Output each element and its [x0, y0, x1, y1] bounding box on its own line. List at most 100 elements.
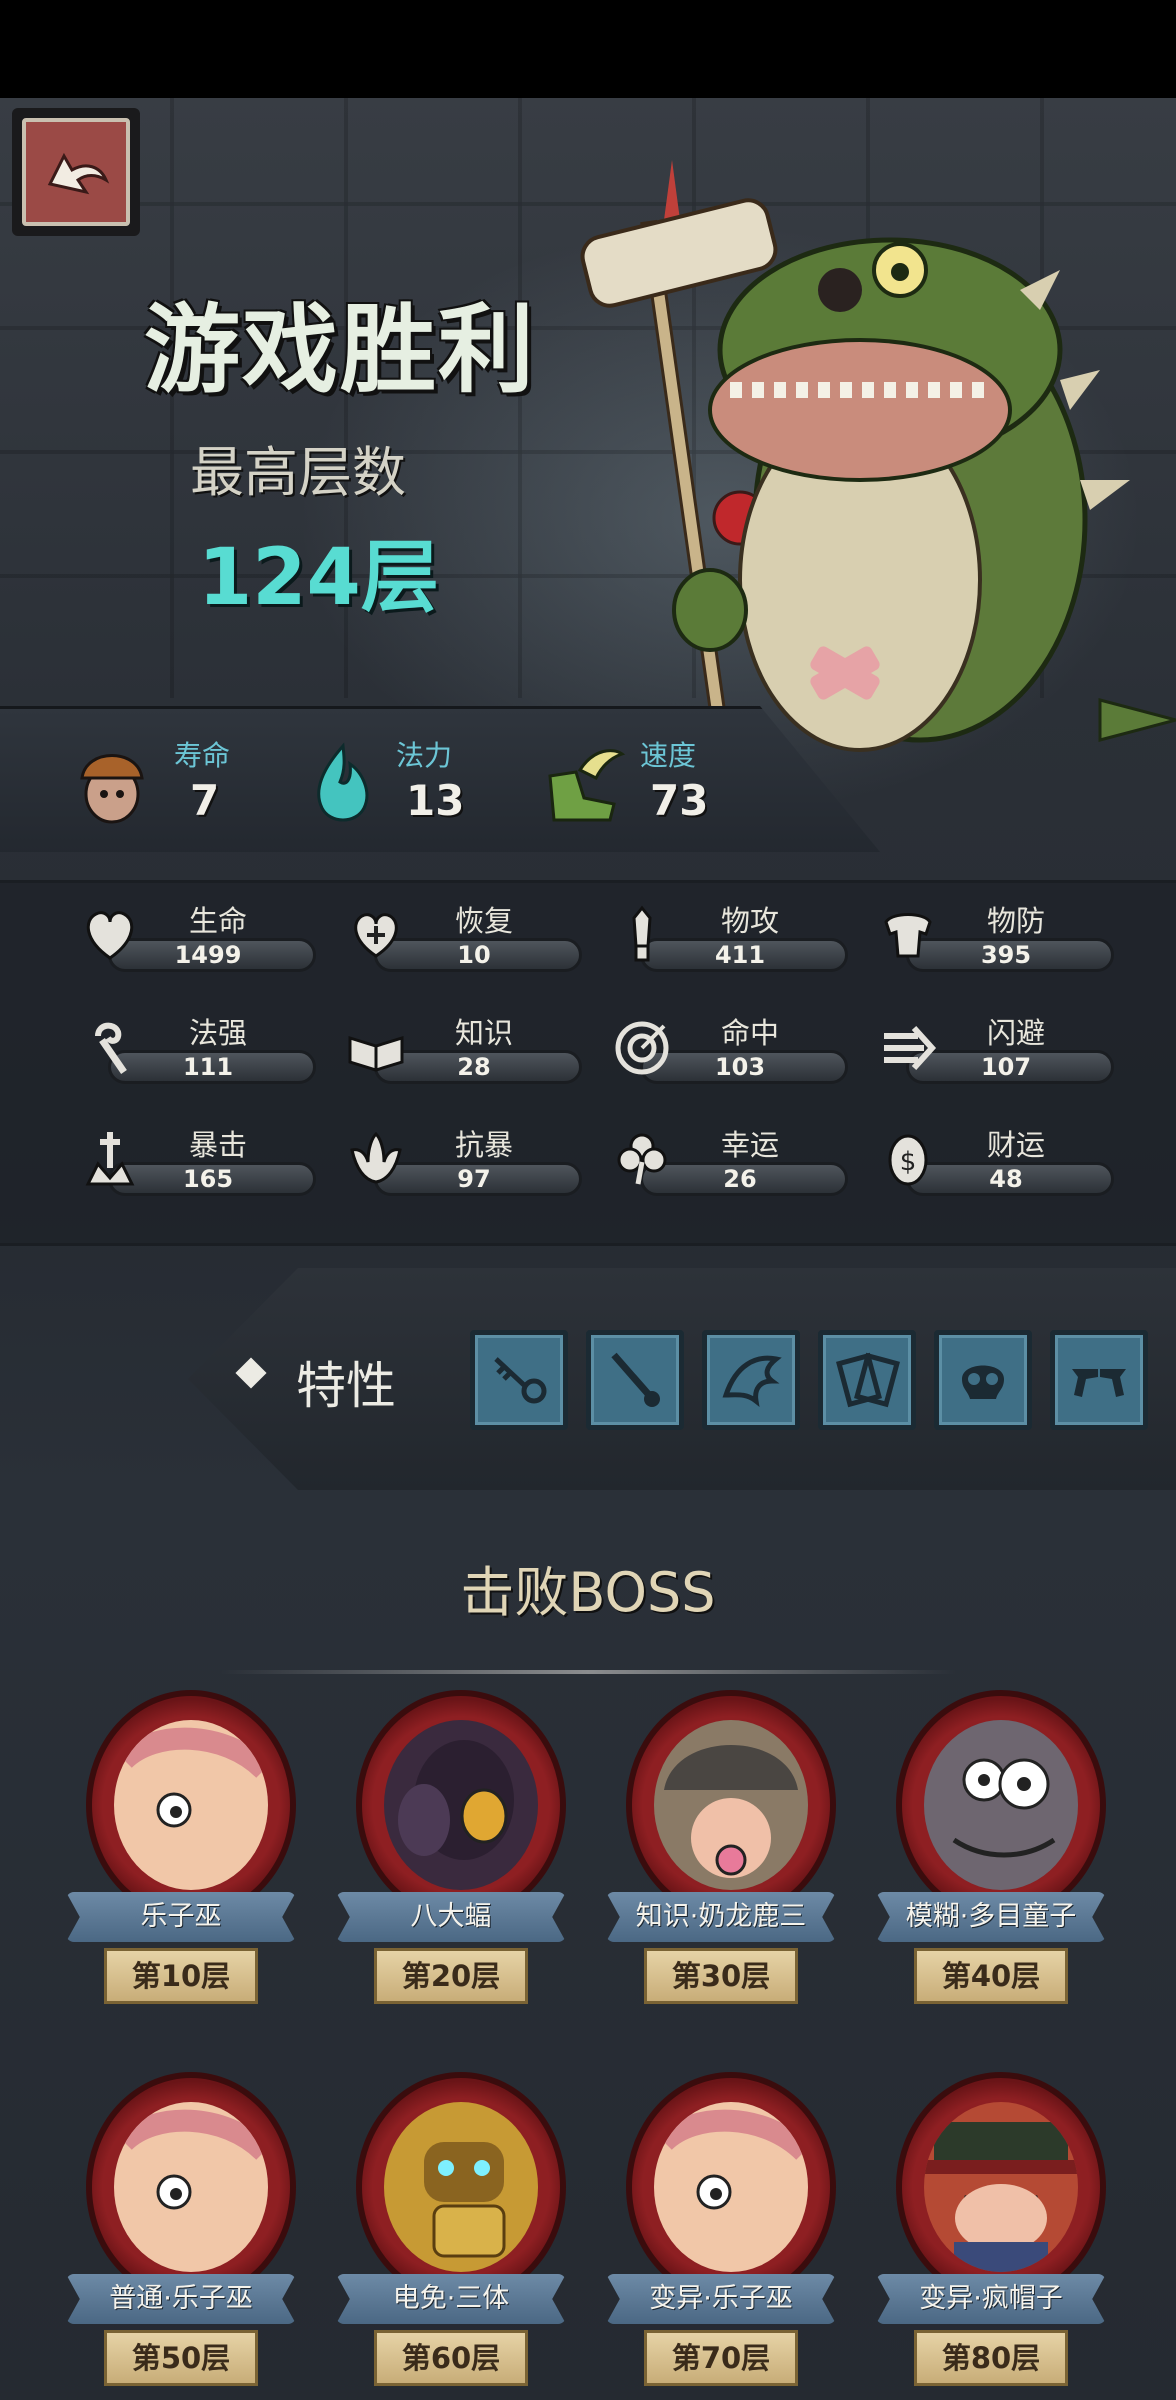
attr-magic-power-value: 111 [182, 1053, 234, 1081]
boss-name: 变异·疯帽子 [919, 2283, 1063, 2314]
boss-name: 八大蝠 [410, 1901, 492, 1932]
dragon-trait-icon [722, 1355, 782, 1408]
attr-wealth-value: 48 [989, 1165, 1023, 1193]
attr-recovery-value: 10 [457, 941, 491, 969]
boss-floor: 第10层 [131, 1959, 231, 1993]
boss-floor: 第70层 [671, 2341, 771, 2375]
attr-critical-value: 165 [182, 1165, 234, 1193]
attr-recovery-label: 恢复 [454, 904, 513, 938]
attr-knowledge-label: 知识 [454, 1016, 513, 1050]
stat-mana: 法力 13 [310, 732, 510, 832]
attr-hp-value: 1499 [174, 941, 242, 969]
stat-speed: 速度 73 [540, 732, 740, 832]
boss-name: 电免·三体 [392, 2283, 510, 2314]
attr-hp: 生命 1499 [78, 898, 318, 982]
cards-trait-icon [836, 1352, 900, 1408]
boss-portrait [384, 2102, 538, 2272]
boss-floor: 第60层 [401, 2341, 501, 2375]
boss-portrait [114, 2102, 268, 2272]
boss-name: 变异·乐子巫 [649, 2283, 793, 2314]
attr-knowledge: 知识 28 [344, 1010, 584, 1094]
winged-boot-icon [548, 749, 626, 822]
attr-dodge: 闪避 107 [876, 1010, 1116, 1094]
stat-lifespan-value: 7 [190, 776, 220, 825]
boss-portrait [924, 1720, 1078, 1890]
attr-accuracy-value: 103 [714, 1053, 766, 1081]
attr-luck: 幸运 26 [610, 1122, 850, 1206]
boss-floor: 第20层 [401, 1959, 501, 1993]
stat-speed-value: 73 [650, 776, 709, 825]
skull-trait-icon [962, 1365, 1004, 1399]
stat-mana-value: 13 [406, 776, 465, 825]
attr-knowledge-value: 28 [457, 1053, 491, 1081]
victory-screen: 游戏胜利 最高层数 124层 寿命 7 法力 13 速度 73 生命 1499 … [0, 0, 1176, 2400]
stat-speed-label: 速度 [640, 739, 697, 772]
crocodile-boss-illustration [580, 160, 1176, 752]
attr-wealth-label: 财运 [986, 1128, 1045, 1162]
pistols-trait-icon [1072, 1369, 1126, 1397]
mushroom-kid-icon [80, 754, 144, 824]
attr-crit-resist-label: 抗暴 [454, 1128, 513, 1162]
stat-lifespan-label: 寿命 [174, 739, 231, 772]
boss-portrait [654, 2102, 808, 2272]
attr-accuracy: 命中 103 [610, 1010, 850, 1094]
boss-card[interactable]: 知识·奶龙鹿三 第30层 [596, 1690, 846, 2020]
boss-portrait [384, 1720, 538, 1890]
attr-magic-power: 法强 111 [78, 1010, 318, 1094]
attr-physical-defense-value: 395 [980, 941, 1032, 969]
boss-card[interactable]: 八大蝠 第20层 [326, 1690, 576, 2020]
status-bar [0, 0, 1176, 98]
attr-luck-value: 26 [723, 1165, 757, 1193]
attr-dodge-value: 107 [980, 1053, 1032, 1081]
stat-lifespan: 寿命 7 [76, 732, 276, 832]
attr-luck-label: 幸运 [720, 1128, 779, 1162]
attr-physical-defense-label: 物防 [986, 904, 1045, 938]
stat-mana-label: 法力 [396, 739, 453, 772]
trait-cards-slot[interactable] [818, 1330, 916, 1430]
trait-pistols-slot[interactable] [1050, 1330, 1148, 1430]
boss-card[interactable]: 变异·乐子巫 第70层 [596, 2072, 846, 2400]
attr-crit-resist-value: 97 [457, 1165, 491, 1193]
attr-wealth: $ 财运 48 [876, 1122, 1116, 1206]
defeated-bosses-title: 击败BOSS [460, 1561, 716, 1624]
boss-portrait [114, 1720, 268, 1890]
key-trait-icon [494, 1357, 547, 1404]
boss-floor: 第50层 [131, 2341, 231, 2375]
page-title: 游戏胜利 [144, 294, 536, 406]
boss-card[interactable]: 普通·乐子巫 第50层 [56, 2072, 306, 2400]
boss-card[interactable]: 模糊·多目童子 第40层 [866, 1690, 1116, 2020]
trait-skull-slot[interactable] [934, 1330, 1032, 1430]
back-button[interactable] [12, 108, 140, 236]
boss-floor: 第40层 [941, 1959, 1041, 1993]
trait-staff-slot[interactable] [586, 1330, 684, 1430]
boss-name: 乐子巫 [140, 1901, 222, 1932]
staff-trait-icon [611, 1352, 660, 1407]
attr-dodge-label: 闪避 [986, 1016, 1045, 1050]
blue-flame-icon [317, 742, 369, 822]
attr-physical-attack-label: 物攻 [720, 904, 779, 938]
boss-card[interactable]: 变异·疯帽子 第80层 [866, 2072, 1116, 2400]
svg-text:$: $ [900, 1147, 917, 1177]
section-divider [220, 1670, 956, 1674]
attr-critical-label: 暴击 [188, 1128, 247, 1162]
back-arrow-icon [47, 152, 110, 195]
attr-physical-defense: 物防 395 [876, 898, 1116, 982]
boss-floor: 第30层 [671, 1959, 771, 1993]
boss-name: 模糊·多目童子 [905, 1901, 1077, 1932]
max-floor-value: 124层 [198, 533, 439, 623]
max-floor-label: 最高层数 [190, 441, 406, 504]
attr-crit-resist: 抗暴 97 [344, 1122, 584, 1206]
trait-dragon-slot[interactable] [702, 1330, 800, 1430]
attr-accuracy-label: 命中 [720, 1016, 779, 1050]
attr-magic-power-label: 法强 [188, 1016, 247, 1050]
boss-portrait [924, 2102, 1078, 2272]
attr-hp-label: 生命 [188, 904, 247, 938]
traits-label: 特性 [296, 1357, 396, 1415]
boss-card[interactable]: 乐子巫 第10层 [56, 1690, 306, 2020]
attr-physical-attack: 物攻 411 [610, 898, 850, 982]
boss-portrait [654, 1720, 808, 1890]
trait-key-slot[interactable] [470, 1330, 568, 1430]
boss-floor: 第80层 [941, 2341, 1041, 2375]
attr-critical: 暴击 165 [78, 1122, 318, 1206]
boss-card[interactable]: 电免·三体 第60层 [326, 2072, 576, 2400]
